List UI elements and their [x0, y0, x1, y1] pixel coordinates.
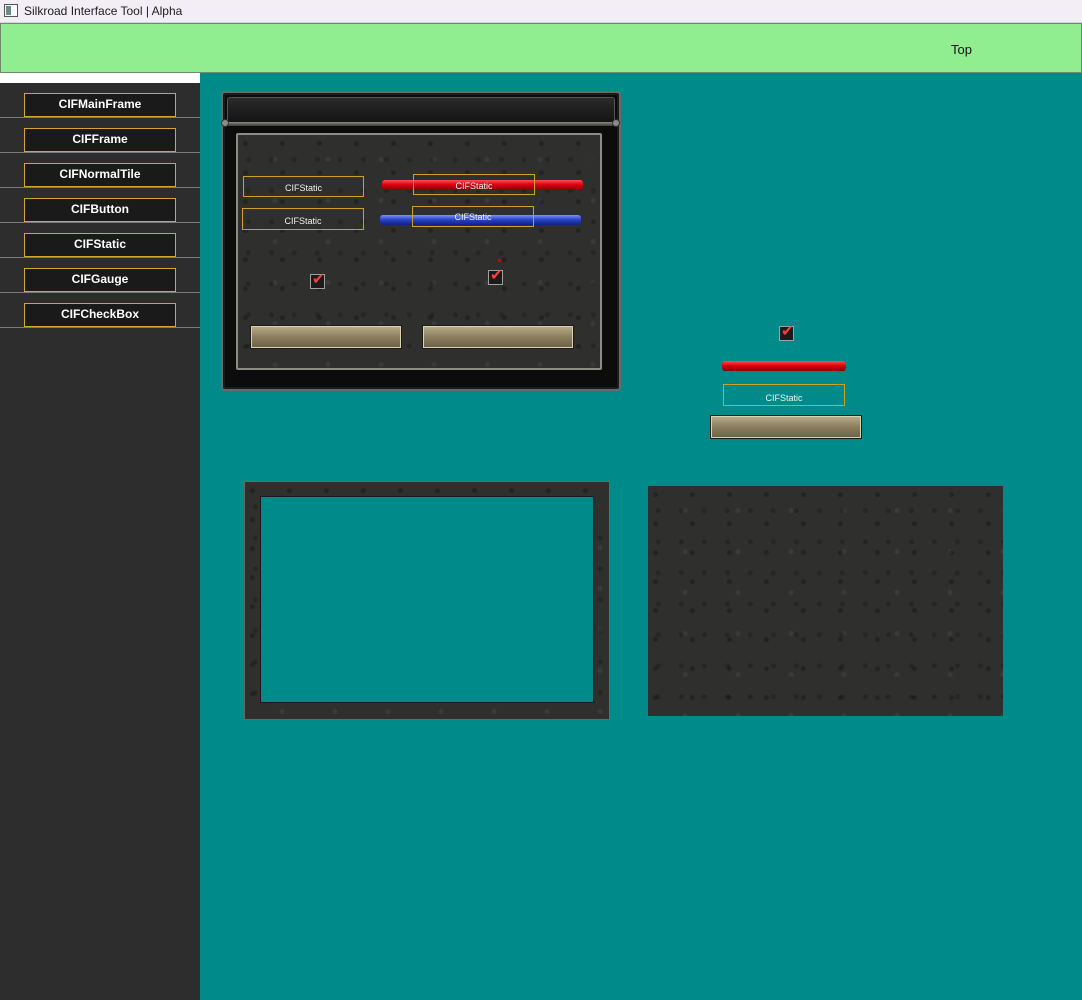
rivet-left-icon [221, 119, 229, 127]
sidebar-row-normaltile: CIFNormalTile [0, 153, 200, 188]
checkbox-1[interactable]: ✔ [310, 271, 325, 289]
checkmark-icon: ✔ [490, 267, 503, 284]
checkmark-icon: ✔ [312, 271, 325, 288]
sidebar-button-cifmainframe[interactable]: CIFMainFrame [24, 93, 176, 117]
sidebar-row-frame: CIFFrame [0, 118, 200, 153]
checkbox-2[interactable]: ✔ [488, 267, 503, 285]
main-frame-title-rail [223, 122, 619, 126]
sidebar-header-strip [0, 73, 200, 83]
top-panel-label: Top [951, 42, 972, 57]
window-title: Silkroad Interface Tool | Alpha [24, 4, 183, 18]
sidebar-row-static: CIFStatic [0, 223, 200, 258]
frame-sample[interactable] [244, 481, 610, 720]
static-label-1: CIFStatic [243, 176, 364, 197]
sidebar-button-cifbutton[interactable]: CIFButton [24, 198, 176, 222]
floating-static-label: CIFStatic [723, 384, 845, 406]
static-label-2: CIFStatic [242, 208, 364, 230]
sidebar-button-cifnormaltile[interactable]: CIFNormalTile [24, 163, 176, 187]
window-titlebar: Silkroad Interface Tool | Alpha [0, 0, 1082, 23]
app-window-icon [4, 4, 18, 17]
main-frame-window[interactable]: CIFStatic CIFStatic CIFStatic CIFStatic … [221, 91, 621, 391]
red-dot-marker [498, 259, 501, 262]
rivet-right-icon [612, 119, 620, 127]
sidebar: CIFMainFrame CIFFrame CIFNormalTile CIFB… [0, 73, 200, 1000]
sidebar-button-cifstatic[interactable]: CIFStatic [24, 233, 176, 257]
frame-button-2[interactable] [423, 326, 573, 348]
frame-button-1[interactable] [251, 326, 401, 348]
sidebar-row-mainframe: CIFMainFrame [0, 83, 200, 118]
sidebar-button-cifframe[interactable]: CIFFrame [24, 128, 176, 152]
floating-button[interactable] [711, 416, 861, 438]
frame-sample-inner [260, 496, 594, 703]
sidebar-row-checkbox: CIFCheckBox [0, 293, 200, 328]
gauge-red-label: CIFStatic [413, 174, 535, 195]
checkmark-icon: ✔ [781, 323, 794, 340]
floating-checkbox[interactable]: ✔ [779, 323, 794, 341]
top-panel: Top [0, 23, 1082, 73]
normal-tile-sample[interactable] [648, 486, 1003, 716]
main-frame-titlebar[interactable] [227, 97, 615, 123]
sidebar-button-cifcheckbox[interactable]: CIFCheckBox [24, 303, 176, 327]
sidebar-row-gauge: CIFGauge [0, 258, 200, 293]
sidebar-row-button: CIFButton [0, 188, 200, 223]
floating-gauge [722, 361, 846, 371]
gauge-blue-label: CIFStatic [412, 206, 534, 227]
sidebar-button-cifgauge[interactable]: CIFGauge [24, 268, 176, 292]
